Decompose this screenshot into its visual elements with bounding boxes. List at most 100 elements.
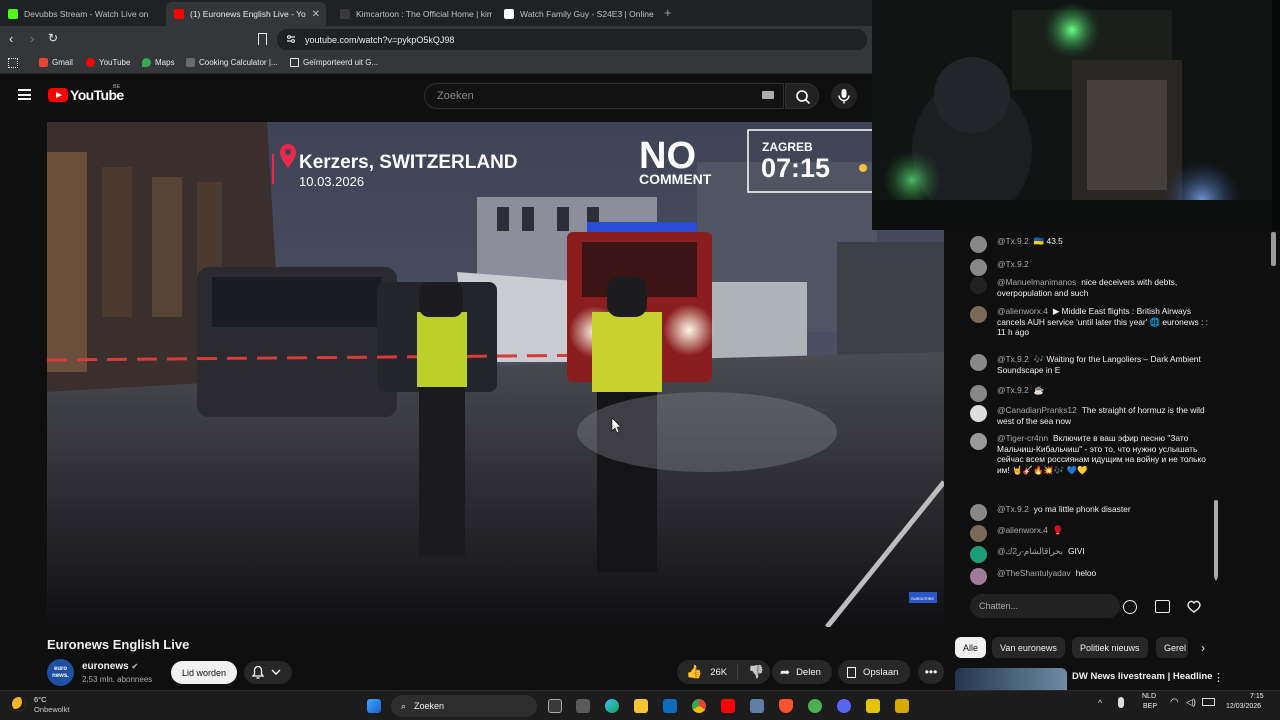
chat-message[interactable]: @CanadianPranks12 The straight of hormuz … (955, 405, 1213, 426)
chat-input[interactable]: Chatten... (970, 594, 1120, 618)
browser-tab-active[interactable]: (1) Euronews English Live - Yo ✕ (166, 2, 326, 26)
chat-author[interactable]: @Tx.9.2 (997, 354, 1029, 364)
chat-avatar[interactable] (970, 568, 987, 585)
chat-message[interactable]: @Tx.9.2 🇺🇦 43.5 (955, 236, 1213, 253)
app-icon[interactable] (895, 699, 909, 713)
chevron-right-icon[interactable]: › (1201, 641, 1205, 655)
hamburger-menu-icon[interactable] (18, 89, 31, 100)
super-chat-icon[interactable] (1155, 600, 1170, 613)
bookmark-icon[interactable] (258, 33, 267, 45)
channel-avatar[interactable]: euro news. (47, 659, 74, 686)
chat-avatar[interactable] (970, 525, 987, 542)
chat-avatar[interactable] (970, 433, 987, 450)
video-player[interactable]: Kerzers, SWITZERLAND 10.03.2026 NO COMME… (47, 122, 944, 627)
browser-tab[interactable]: Watch Family Guy - S24E3 | Online H (496, 2, 656, 26)
chat-author[interactable]: @alienworx.4 (997, 525, 1048, 535)
chat-author[interactable]: @TheShantulyadav (997, 568, 1071, 578)
app-icon[interactable] (808, 699, 822, 713)
keyboard-icon[interactable] (762, 91, 774, 99)
like-count[interactable]: 26K (710, 667, 727, 678)
subscribe-tag[interactable]: SUBSCRIBE (911, 596, 934, 601)
weather-moon-icon[interactable] (12, 697, 26, 711)
share-button[interactable]: ➦ Delen (772, 660, 832, 684)
dislike-icon[interactable]: 👎 (748, 664, 764, 680)
chat-author[interactable]: @Tiger-cr4nn (997, 433, 1048, 443)
tray-chevron-icon[interactable]: ^ (1098, 698, 1102, 708)
chip-related[interactable]: Gerel (1156, 637, 1188, 658)
related-menu-icon[interactable]: ⋮ (1213, 671, 1224, 684)
chrome-icon[interactable] (692, 699, 706, 713)
edge-icon[interactable] (605, 699, 619, 713)
chat-message[interactable]: @بحراقالشام-ر2ك GIVI (955, 546, 1213, 563)
wifi-icon[interactable]: ◠ (1170, 697, 1179, 708)
site-info-icon[interactable] (286, 34, 296, 44)
chat-avatar[interactable] (970, 306, 987, 323)
close-tab-icon[interactable]: ✕ (312, 9, 320, 20)
windows-start-icon[interactable] (367, 699, 381, 713)
search-button[interactable] (785, 83, 819, 109)
chat-message[interactable]: @Manuelmanimanos nice deceivers with debt… (955, 277, 1213, 298)
chat-message[interactable]: @Tx.9.2 (955, 259, 1213, 276)
clock-date[interactable]: 12/03/2026 (1226, 703, 1261, 710)
chip-political-news[interactable]: Politiek nieuws (1072, 637, 1148, 658)
language-bottom[interactable]: BEP (1143, 703, 1157, 710)
chat-avatar[interactable] (970, 354, 987, 371)
search-input[interactable]: Zoeken (424, 83, 784, 109)
app-icon[interactable] (866, 699, 880, 713)
file-explorer-icon[interactable] (634, 699, 648, 713)
chat-avatar[interactable] (970, 277, 987, 294)
voice-search-button[interactable] (831, 83, 857, 109)
chat-avatar[interactable] (970, 259, 987, 276)
new-tab-icon[interactable]: + (664, 5, 672, 20)
chat-author[interactable]: @Tx.9.2 (997, 236, 1029, 246)
youtube-logo-icon[interactable] (48, 88, 68, 102)
chat-author[interactable]: @Tx.9.2 (997, 385, 1029, 395)
battery-icon[interactable] (1202, 698, 1215, 706)
notification-bell-button[interactable] (244, 661, 292, 684)
join-button[interactable]: Lid worden (171, 661, 237, 684)
chat-author[interactable]: @بحراقالشام-ر2ك (997, 546, 1063, 556)
weather-temp[interactable]: 6°C (34, 695, 47, 704)
chip-all[interactable]: Alle (955, 637, 987, 658)
chat-scrollbar[interactable] (1214, 500, 1218, 578)
youtube-app-icon[interactable] (721, 699, 735, 713)
chat-message[interactable]: @TheShantulyadav heloo (955, 568, 1213, 585)
mic-tray-icon[interactable] (1118, 697, 1124, 708)
chat-author[interactable]: @CanadianPranks12 (997, 405, 1077, 415)
weather-desc[interactable]: Onbewolkt (34, 705, 69, 714)
related-title[interactable]: DW News livestream | Headline (1072, 671, 1212, 682)
page-scrollbar[interactable] (1271, 232, 1276, 266)
brave-icon[interactable] (779, 699, 793, 713)
chip-from-euronews[interactable]: Van euronews (992, 637, 1065, 658)
chat-author[interactable]: @Manuelmanimanos (997, 277, 1076, 287)
calculator-app-icon[interactable] (750, 699, 764, 713)
chat-message[interactable]: @Tx.9.2 ☕ (955, 385, 1213, 402)
task-view-icon[interactable] (548, 699, 562, 713)
chat-message[interactable]: @Tx.9.2 🎶 Waiting for the Langoliers – Da… (955, 354, 1213, 375)
like-icon[interactable]: 👍 (686, 664, 702, 680)
forward-icon[interactable]: › (30, 31, 34, 46)
back-icon[interactable]: ‹ (9, 31, 13, 46)
bookmark-folder[interactable]: Geïmporteerd uit G... (290, 58, 378, 67)
bookmark-item[interactable]: Cooking Calculator |... (186, 58, 278, 67)
bookmark-item[interactable]: Maps (142, 58, 175, 67)
heart-icon[interactable] (1186, 599, 1202, 614)
chat-message[interactable]: @alienworx.4 ▶ Middle East flights : Brit… (955, 306, 1213, 338)
chat-author[interactable]: @alienworx.4 (997, 306, 1048, 316)
language-top[interactable]: NLD (1142, 693, 1156, 700)
chat-author[interactable]: @Tx.9.2 (997, 504, 1029, 514)
bookmark-item[interactable]: YouTube (86, 58, 130, 67)
chat-avatar[interactable] (970, 546, 987, 563)
chat-avatar[interactable] (970, 236, 987, 253)
store-icon[interactable] (576, 699, 590, 713)
discord-icon[interactable] (837, 699, 851, 713)
chat-avatar[interactable] (970, 504, 987, 521)
related-thumbnail[interactable] (955, 668, 1067, 690)
address-bar[interactable]: youtube.com/watch?v=pykpO5kQJ98 (277, 29, 867, 50)
scroll-down-icon[interactable]: ▼ (1213, 577, 1219, 583)
taskbar-search[interactable]: ⌕ Zoeken (391, 695, 537, 717)
clock-time[interactable]: 7:15 (1250, 693, 1264, 700)
chat-avatar[interactable] (970, 405, 987, 422)
outlook-icon[interactable] (663, 699, 677, 713)
channel-name[interactable]: euronews ✔ (82, 661, 138, 672)
